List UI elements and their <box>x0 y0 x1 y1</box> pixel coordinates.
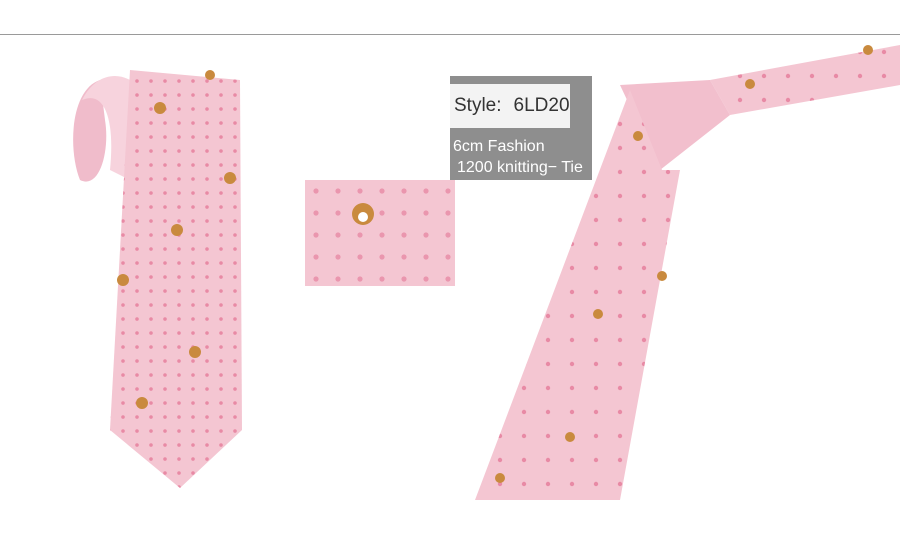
fabric-swatch-photo <box>305 180 455 286</box>
style-code: 6LD20 <box>513 95 570 116</box>
product-label-box: Style: 6LD20 6cm Fashion 1200 knitting− T… <box>450 76 592 180</box>
style-tag: Style: 6LD20 <box>450 84 570 128</box>
style-label: Style: <box>454 95 502 116</box>
description-line-1: 6cm Fashion <box>453 138 545 155</box>
top-divider <box>0 34 900 35</box>
product-description: 6cm Fashion 1200 knitting− Tie <box>453 136 583 178</box>
description-line-2: 1200 knitting− Tie <box>457 159 583 176</box>
tie-rolled-photo <box>73 70 242 488</box>
